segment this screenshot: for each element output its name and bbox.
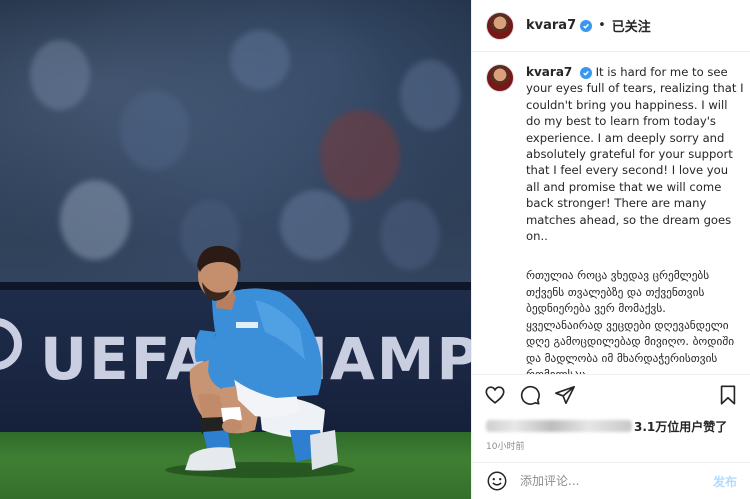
paper-plane-icon[interactable]	[554, 384, 576, 406]
avatar[interactable]	[486, 11, 514, 40]
instagram-post-view: UEFA CHAMPIO	[0, 0, 750, 499]
follow-status-button[interactable]: 已关注	[612, 16, 651, 35]
comment-bar: 发布	[472, 462, 750, 499]
avatar[interactable]	[486, 64, 514, 92]
blurred-liker-names	[486, 420, 632, 432]
likes-text: 3.1万位用户赞了	[634, 420, 728, 434]
post-caption: kvara7 It is hard for me to see your eye…	[486, 64, 744, 374]
kneeling-player	[165, 245, 355, 478]
separator-dot: •	[598, 18, 606, 33]
comment-input[interactable]	[520, 474, 713, 488]
caption-username-link[interactable]: kvara7	[526, 65, 572, 79]
verified-badge-icon	[579, 67, 592, 79]
action-bar	[472, 374, 750, 412]
post-photo[interactable]: UEFA CHAMPIO	[0, 0, 471, 499]
post-timestamp[interactable]: 10小时前	[486, 439, 524, 452]
smiley-icon[interactable]	[486, 470, 508, 492]
post-side-panel: kvara7 • 已关注 kvara7 It is hard for me to…	[471, 0, 750, 499]
comment-icon[interactable]	[519, 384, 541, 406]
post-header: kvara7 • 已关注	[472, 0, 750, 52]
verified-badge-icon	[580, 19, 593, 32]
heart-icon[interactable]	[484, 384, 506, 406]
caption-text-english: It is hard for me to see your eyes full …	[526, 65, 744, 244]
caption-text-georgian: რთულია როცა ვხედავ ცრემლებს თქვენს თვალე…	[526, 269, 735, 374]
bookmark-icon[interactable]	[717, 384, 739, 406]
username-link[interactable]: kvara7	[526, 18, 576, 33]
likes-count[interactable]: 3.1万位用户赞了	[486, 418, 744, 436]
post-comment-button[interactable]: 发布	[713, 473, 737, 490]
